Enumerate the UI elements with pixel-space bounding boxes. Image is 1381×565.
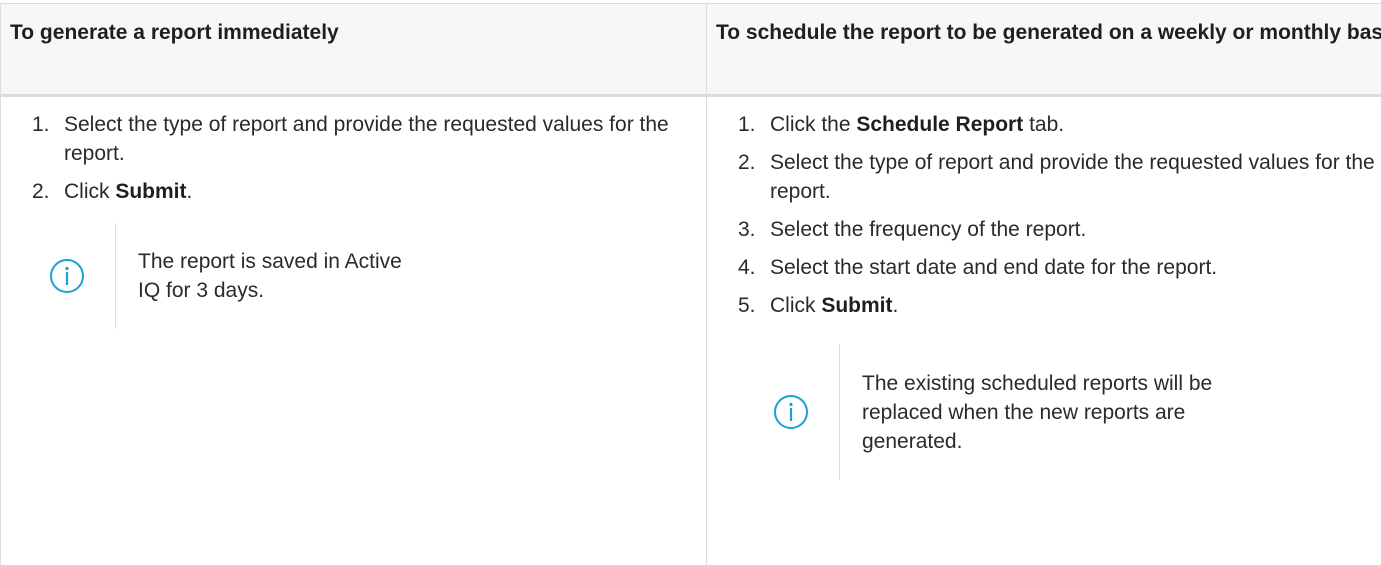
info-circle-icon: [743, 394, 839, 430]
submit-keyword: Submit: [115, 180, 187, 203]
step-text: Select the type of report and provide th…: [64, 113, 669, 165]
step-number: 5.: [738, 294, 756, 317]
step-text: Click Submit.: [64, 180, 193, 203]
step-number: 2.: [32, 180, 50, 203]
list-item: 2. Click Submit.: [32, 177, 696, 206]
table-body-row: 1. Select the type of report and provide…: [0, 95, 1381, 565]
step-text: Select the type of report and provide th…: [770, 151, 1375, 203]
step-text: Select the frequency of the report.: [770, 218, 1087, 241]
submit-keyword: Submit: [821, 294, 893, 317]
list-item: 5. Click Submit.: [738, 291, 1381, 320]
table-header-row: To generate a report immediately To sche…: [0, 3, 1381, 97]
header-generate-immediately: To generate a report immediately: [0, 3, 707, 97]
step-text: Select the start date and end date for t…: [770, 256, 1218, 279]
note-text: The existing scheduled reports will be r…: [862, 371, 1213, 453]
note-divider: [115, 223, 116, 329]
header-schedule-report: To schedule the report to be generated o…: [706, 3, 1381, 97]
step-number: 3.: [738, 218, 756, 241]
step-text: Click Submit.: [770, 294, 899, 317]
schedule-steps-list: 1. Click the Schedule Report tab. 2. Sel…: [716, 110, 1381, 320]
generate-steps-list: 1. Select the type of report and provide…: [10, 110, 696, 206]
step-number: 1.: [738, 113, 756, 136]
step-text: Click the Schedule Report tab.: [770, 113, 1065, 136]
list-item: 1. Select the type of report and provide…: [32, 110, 696, 168]
schedule-report-keyword: Schedule Report: [856, 113, 1024, 136]
list-item: 1. Click the Schedule Report tab.: [738, 110, 1381, 139]
list-item: 2. Select the type of report and provide…: [738, 148, 1381, 206]
note-text: The report is saved in Active IQ for 3 d…: [138, 250, 402, 302]
info-circle-icon: [19, 258, 115, 294]
list-item: 4. Select the start date and end date fo…: [738, 253, 1381, 282]
note-divider: [839, 344, 840, 480]
report-options-table: To generate a report immediately To sche…: [0, 3, 1381, 565]
schedule-report-cell: 1. Click the Schedule Report tab. 2. Sel…: [706, 95, 1381, 565]
step-number: 4.: [738, 256, 756, 279]
step-number: 1.: [32, 113, 50, 136]
step-number: 2.: [738, 151, 756, 174]
generate-immediately-cell: 1. Select the type of report and provide…: [0, 95, 707, 565]
list-item: 3. Select the frequency of the report.: [738, 215, 1381, 244]
note-callout: The existing scheduled reports will be r…: [743, 344, 1381, 480]
note-callout: The report is saved in Active IQ for 3 d…: [19, 223, 696, 329]
